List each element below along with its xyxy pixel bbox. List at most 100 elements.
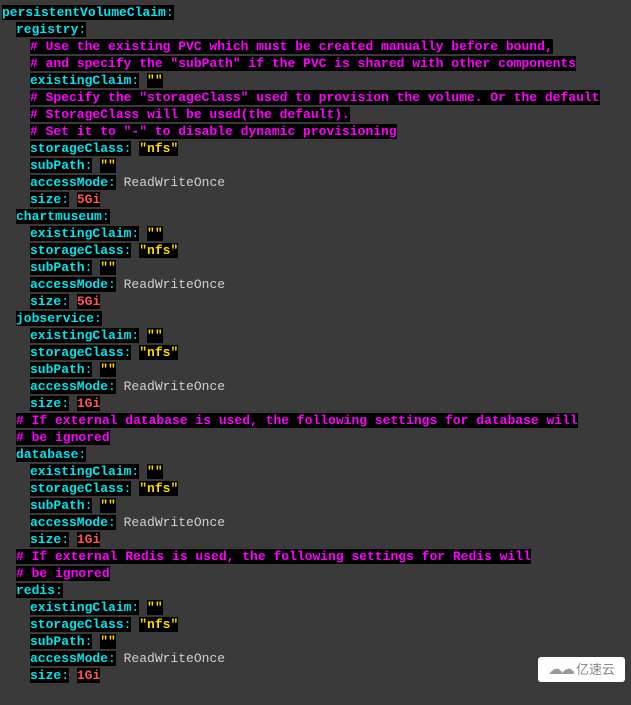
code-line: subPath: "" — [2, 259, 629, 276]
token-comment: # Set it to "-" to disable dynamic provi… — [30, 124, 397, 139]
token-plain: ReadWriteOnce — [116, 277, 225, 292]
code-line: chartmuseum: — [2, 208, 629, 225]
code-line: # and specify the "subPath" if the PVC i… — [2, 55, 629, 72]
code-line: size: 5Gi — [2, 293, 629, 310]
token-key: redis — [16, 583, 55, 598]
code-line: persistentVolumeClaim: — [2, 4, 629, 21]
code-line: accessMode: ReadWriteOnce — [2, 378, 629, 395]
token-key: existingClaim — [30, 226, 131, 241]
token-string: "nfs" — [139, 481, 178, 496]
code-line: existingClaim: "" — [2, 599, 629, 616]
token-colon: : — [61, 532, 69, 547]
token-key: database — [16, 447, 78, 462]
token-string: "" — [100, 158, 116, 173]
token-key: existingClaim — [30, 328, 131, 343]
token-key: accessMode — [30, 379, 108, 394]
token-key: size — [30, 668, 61, 683]
token-colon: : — [102, 209, 110, 224]
code-line: accessMode: ReadWriteOnce — [2, 174, 629, 191]
code-line: accessMode: ReadWriteOnce — [2, 650, 629, 667]
token-string: "" — [100, 362, 116, 377]
token-comment: # Use the existing PVC which must be cre… — [30, 39, 553, 54]
token-string: "nfs" — [139, 617, 178, 632]
token-colon: : — [108, 379, 116, 394]
code-line: storageClass: "nfs" — [2, 480, 629, 497]
code-line: subPath: "" — [2, 157, 629, 174]
code-line: jobservice: — [2, 310, 629, 327]
code-line: redis: — [2, 582, 629, 599]
token-plain: ReadWriteOnce — [116, 651, 225, 666]
token-colon: : — [55, 583, 63, 598]
code-line: size: 1Gi — [2, 667, 629, 684]
token-string: "nfs" — [139, 141, 178, 156]
code-line: storageClass: "nfs" — [2, 344, 629, 361]
token-colon: : — [108, 515, 116, 530]
token-comment: # Specify the "storageClass" used to pro… — [30, 90, 600, 105]
token-key: accessMode — [30, 175, 108, 190]
token-key: existingClaim — [30, 73, 131, 88]
token-string: "" — [147, 600, 163, 615]
code-line: accessMode: ReadWriteOnce — [2, 514, 629, 531]
token-key: persistentVolumeClaim — [2, 5, 166, 20]
token-num: 5Gi — [77, 192, 100, 207]
token-key: subPath — [30, 498, 85, 513]
token-colon: : — [61, 192, 69, 207]
token-plain — [139, 464, 147, 479]
token-colon: : — [61, 668, 69, 683]
code-line: size: 5Gi — [2, 191, 629, 208]
token-key: storageClass — [30, 141, 124, 156]
code-line: size: 1Gi — [2, 531, 629, 548]
token-string: "" — [100, 634, 116, 649]
token-plain — [139, 73, 147, 88]
code-line: subPath: "" — [2, 361, 629, 378]
token-num: 5Gi — [77, 294, 100, 309]
code-line: # If external database is used, the foll… — [2, 412, 629, 429]
token-colon: : — [166, 5, 174, 20]
token-plain — [139, 600, 147, 615]
token-key: size — [30, 294, 61, 309]
token-comment: # be ignored — [16, 566, 110, 581]
token-key: subPath — [30, 634, 85, 649]
code-line: existingClaim: "" — [2, 327, 629, 344]
code-line: storageClass: "nfs" — [2, 140, 629, 157]
code-line: database: — [2, 446, 629, 463]
code-line: registry: — [2, 21, 629, 38]
token-num: 1Gi — [77, 532, 100, 547]
token-string: "nfs" — [139, 345, 178, 360]
token-key: subPath — [30, 260, 85, 275]
token-key: subPath — [30, 362, 85, 377]
code-line: # If external Redis is used, the followi… — [2, 548, 629, 565]
code-line: # Set it to "-" to disable dynamic provi… — [2, 123, 629, 140]
token-key: existingClaim — [30, 600, 131, 615]
code-line: storageClass: "nfs" — [2, 616, 629, 633]
watermark-text: 亿速云 — [576, 661, 615, 678]
cloud-icon: ☁☁ — [548, 661, 572, 678]
code-line: storageClass: "nfs" — [2, 242, 629, 259]
token-colon: : — [108, 651, 116, 666]
token-plain: ReadWriteOnce — [116, 379, 225, 394]
token-num: 1Gi — [77, 668, 100, 683]
token-colon: : — [78, 447, 86, 462]
token-string: "" — [147, 328, 163, 343]
token-plain — [139, 328, 147, 343]
token-key: jobservice — [16, 311, 94, 326]
token-plain — [69, 192, 77, 207]
token-key: accessMode — [30, 651, 108, 666]
token-colon: : — [78, 22, 86, 37]
token-colon: : — [108, 175, 116, 190]
token-key: storageClass — [30, 243, 124, 258]
token-comment: # If external Redis is used, the followi… — [16, 549, 531, 564]
watermark-badge: ☁☁ 亿速云 — [538, 657, 625, 682]
yaml-code-block: persistentVolumeClaim:registry:# Use the… — [2, 4, 629, 684]
code-line: # Specify the "storageClass" used to pro… — [2, 89, 629, 106]
token-key: storageClass — [30, 481, 124, 496]
token-string: "" — [147, 73, 163, 88]
token-plain: ReadWriteOnce — [116, 175, 225, 190]
token-colon: : — [108, 277, 116, 292]
token-key: existingClaim — [30, 464, 131, 479]
token-key: storageClass — [30, 617, 124, 632]
token-plain — [69, 532, 77, 547]
token-plain — [69, 294, 77, 309]
token-plain: ReadWriteOnce — [116, 515, 225, 530]
token-comment: # and specify the "subPath" if the PVC i… — [30, 56, 576, 71]
